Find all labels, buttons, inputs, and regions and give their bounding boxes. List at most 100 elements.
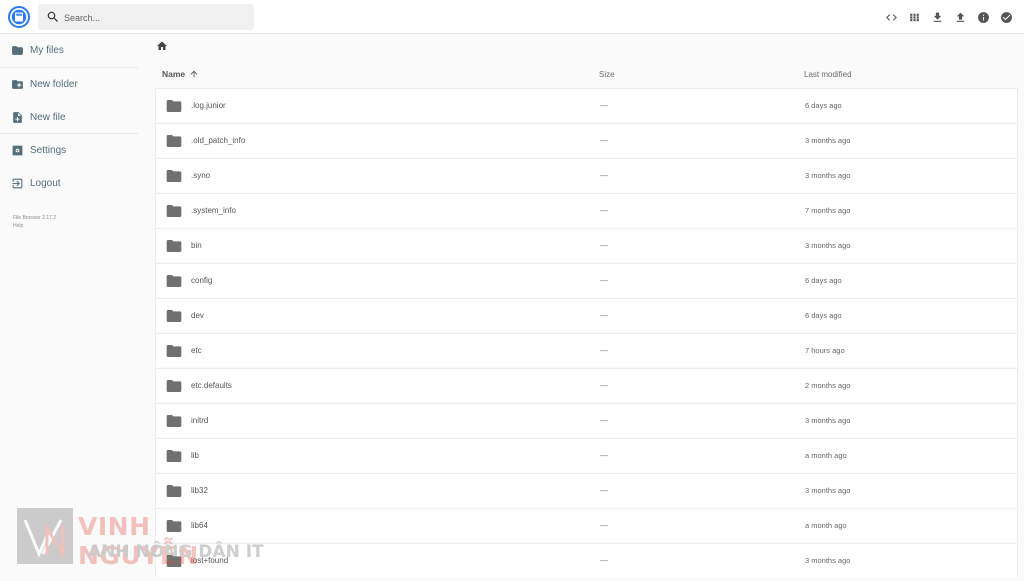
listing-rows: .log.junior — 6 days ago .old_patch_info — 3 … xyxy=(155,88,1018,577)
folder-icon xyxy=(166,169,182,183)
file-modified: a month ago xyxy=(805,521,847,530)
file-name: bin xyxy=(191,241,202,250)
table-row[interactable]: lost+found — 3 months ago xyxy=(155,543,1018,577)
file-size: — xyxy=(600,556,608,565)
sidebar-item-new-file[interactable]: New file xyxy=(0,101,138,134)
header-actions xyxy=(880,8,1018,26)
folder-icon xyxy=(166,554,182,568)
breadcrumb xyxy=(156,39,176,55)
column-name[interactable]: Name xyxy=(162,69,199,79)
table-row[interactable]: lib — a month ago xyxy=(155,438,1018,472)
file-name: .syno xyxy=(191,171,211,180)
file-name: .old_patch_info xyxy=(191,136,246,145)
code-icon[interactable] xyxy=(880,8,903,26)
sidebar: My files New folder New file Settings Lo… xyxy=(0,34,138,581)
folder-icon xyxy=(166,519,182,533)
sidebar-item-settings[interactable]: Settings xyxy=(0,134,138,167)
new-file-icon xyxy=(10,111,24,125)
table-row[interactable]: .system_info — 7 months ago xyxy=(155,193,1018,227)
table-row[interactable]: .log.junior — 6 days ago xyxy=(155,88,1018,122)
file-size: — xyxy=(600,241,608,250)
table-row[interactable]: config — 6 days ago xyxy=(155,263,1018,297)
file-name: etc xyxy=(191,346,202,355)
file-modified: 3 months ago xyxy=(805,556,851,565)
file-modified: 6 days ago xyxy=(805,276,842,285)
check-circle-icon[interactable] xyxy=(995,8,1018,26)
version-text[interactable]: File Browser 2.17.2 xyxy=(13,214,56,222)
file-size: — xyxy=(600,451,608,460)
file-size: — xyxy=(600,136,608,145)
file-listing: Name Size Last modified .log.junior — 6 da… xyxy=(155,62,1018,578)
arrow-up-icon xyxy=(189,69,199,79)
folder-icon xyxy=(166,239,182,253)
table-row[interactable]: dev — 6 days ago xyxy=(155,298,1018,332)
folder-icon xyxy=(166,99,182,113)
home-icon[interactable] xyxy=(156,39,168,56)
file-size: — xyxy=(600,276,608,285)
table-row[interactable]: bin — 3 months ago xyxy=(155,228,1018,262)
sidebar-item-label: New file xyxy=(30,112,66,123)
filebrowser-logo-icon[interactable] xyxy=(8,6,30,28)
table-row[interactable]: .syno — 3 months ago xyxy=(155,158,1018,192)
folder-icon xyxy=(166,449,182,463)
header xyxy=(0,0,1024,34)
credits: File Browser 2.17.2 Help xyxy=(13,214,56,230)
grid-view-icon[interactable] xyxy=(903,8,926,26)
sidebar-item-label: Logout xyxy=(30,178,61,189)
file-name: dev xyxy=(191,311,204,320)
file-modified: 7 months ago xyxy=(805,206,851,215)
listing-header: Name Size Last modified xyxy=(155,62,1018,88)
new-folder-icon xyxy=(10,78,24,92)
upload-icon[interactable] xyxy=(949,8,972,26)
table-row[interactable]: lib64 — a month ago xyxy=(155,508,1018,542)
help-link[interactable]: Help xyxy=(13,222,56,230)
logout-icon xyxy=(10,177,24,191)
file-name: lib64 xyxy=(191,521,208,530)
file-size: — xyxy=(600,381,608,390)
file-name: initrd xyxy=(191,416,209,425)
file-modified: 6 days ago xyxy=(805,101,842,110)
file-modified: 2 months ago xyxy=(805,381,851,390)
file-name: etc.defaults xyxy=(191,381,232,390)
sidebar-item-new-folder[interactable]: New folder xyxy=(0,68,138,101)
folder-icon xyxy=(166,414,182,428)
file-modified: 3 months ago xyxy=(805,486,851,495)
folder-icon xyxy=(166,204,182,218)
table-row[interactable]: .old_patch_info — 3 months ago xyxy=(155,123,1018,157)
file-modified: 3 months ago xyxy=(805,136,851,145)
folder-icon xyxy=(166,274,182,288)
sidebar-item-label: Settings xyxy=(30,145,67,156)
search-icon xyxy=(46,10,60,24)
table-row[interactable]: lib32 — 3 months ago xyxy=(155,473,1018,507)
search-box[interactable] xyxy=(38,4,254,30)
folder-icon xyxy=(166,379,182,393)
file-name: config xyxy=(191,276,213,285)
file-modified: 3 months ago xyxy=(805,241,851,250)
table-row[interactable]: initrd — 3 months ago xyxy=(155,403,1018,437)
folder-icon xyxy=(166,134,182,148)
folder-icon xyxy=(10,44,24,58)
file-size: — xyxy=(600,346,608,355)
column-last-modified[interactable]: Last modified xyxy=(804,70,852,79)
file-size: — xyxy=(600,416,608,425)
folder-icon xyxy=(166,309,182,323)
column-name-label: Name xyxy=(162,69,186,79)
info-icon[interactable] xyxy=(972,8,995,26)
search-input[interactable] xyxy=(62,7,246,29)
file-modified: 7 hours ago xyxy=(805,346,845,355)
file-size: — xyxy=(600,101,608,110)
sidebar-item-logout[interactable]: Logout xyxy=(0,167,138,200)
file-modified: 3 months ago xyxy=(805,416,851,425)
file-size: — xyxy=(600,311,608,320)
file-name: .log.junior xyxy=(191,101,226,110)
settings-icon xyxy=(10,144,24,158)
file-modified: 3 months ago xyxy=(805,171,851,180)
sidebar-item-my-files[interactable]: My files xyxy=(0,34,138,67)
table-row[interactable]: etc — 7 hours ago xyxy=(155,333,1018,367)
download-icon[interactable] xyxy=(926,8,949,26)
file-size: — xyxy=(600,521,608,530)
file-size: — xyxy=(600,171,608,180)
folder-icon xyxy=(166,344,182,358)
table-row[interactable]: etc.defaults — 2 months ago xyxy=(155,368,1018,402)
column-size[interactable]: Size xyxy=(599,70,615,79)
